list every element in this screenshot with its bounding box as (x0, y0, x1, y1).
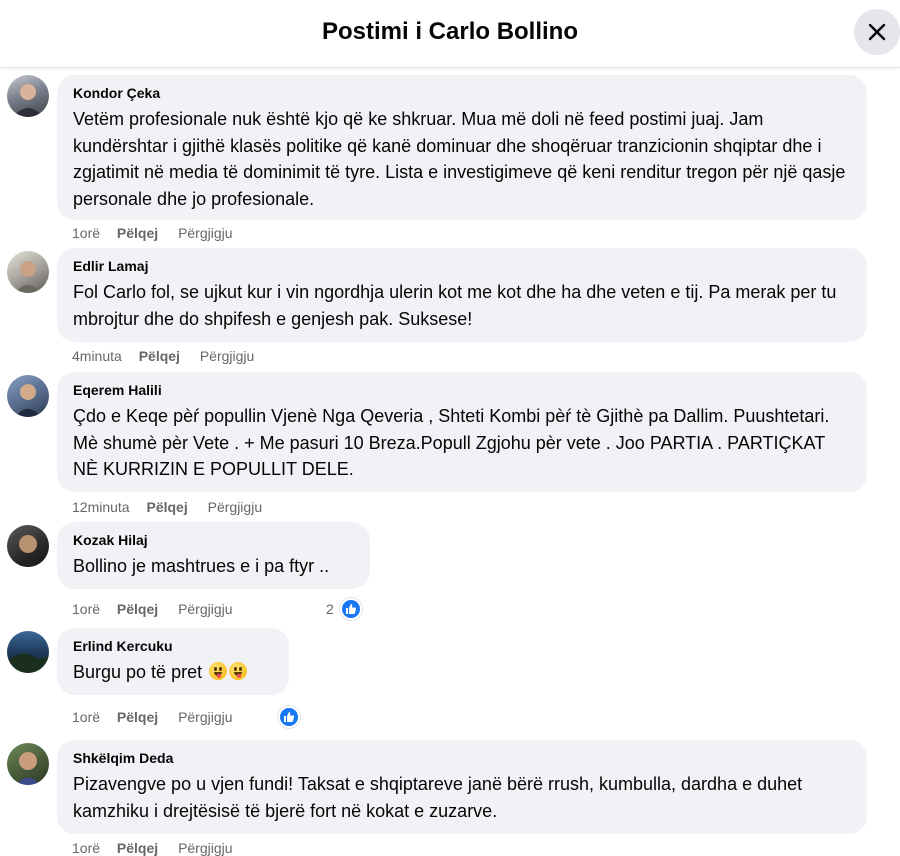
reaction-summary[interactable]: 2 (326, 596, 362, 621)
comment-actions: 1orë Pëlqej Përgjigju (72, 839, 233, 856)
like-button[interactable]: Pëlqej (117, 224, 158, 242)
comment-actions: 1orë Pëlqej Përgjigju (72, 224, 233, 242)
avatar[interactable] (7, 631, 49, 673)
comment-bubble: Edlir Lamaj Fol Carlo fol, se ujkut kur … (57, 248, 867, 342)
comment-bubble: Shkëlqim Deda Pizavengve po u vjen fundi… (57, 740, 867, 834)
like-button[interactable]: Pëlqej (146, 498, 187, 516)
close-button[interactable] (854, 9, 900, 55)
reaction-summary[interactable] (278, 704, 300, 729)
avatar[interactable] (7, 743, 49, 785)
like-button[interactable]: Pëlqej (117, 600, 158, 618)
comment-author[interactable]: Edlir Lamaj (73, 258, 851, 274)
like-button[interactable]: Pëlqej (117, 708, 158, 726)
comment-bubble: Eqerem Halili Çdo e Keqe pèŕ popullin Vj… (57, 372, 867, 492)
reply-button[interactable]: Përgjigju (178, 600, 232, 618)
comment-text: Burgu po të pret (73, 659, 273, 686)
thumbs-up-icon (278, 706, 300, 729)
comment-actions: 1orë Pëlqej Përgjigju (72, 708, 233, 726)
reaction-count: 2 (326, 601, 334, 618)
avatar[interactable] (7, 375, 49, 417)
reply-button[interactable]: Përgjigju (200, 347, 254, 365)
tongue-face-emoji-icon (229, 662, 248, 680)
like-button[interactable]: Pëlqej (139, 347, 180, 365)
comment-time[interactable]: 12minuta (72, 498, 130, 516)
reply-button[interactable]: Përgjigju (178, 224, 232, 242)
close-icon (868, 23, 886, 41)
avatar[interactable] (7, 75, 49, 117)
comment-bubble: Kozak Hilaj Bollino je mashtrues e i pa … (57, 522, 370, 589)
comment-author[interactable]: Erlind Kercuku (73, 638, 273, 654)
avatar[interactable] (7, 251, 49, 293)
thumbs-up-icon (339, 598, 362, 621)
comment-time[interactable]: 1orë (72, 708, 100, 726)
comment-author[interactable]: Kondor Çeka (73, 85, 851, 101)
comment-time[interactable]: 1orë (72, 224, 100, 242)
comment-bubble: Erlind Kercuku Burgu po të pret (57, 628, 289, 695)
comment-text: Bollino je mashtrues e i pa ftyr .. (73, 556, 330, 576)
comment-actions: 12minuta Pëlqej Përgjigju (72, 498, 262, 516)
reply-button[interactable]: Përgjigju (208, 498, 262, 516)
comment-time[interactable]: 1orë (72, 839, 100, 856)
comment-actions: 1orë Pëlqej Përgjigju (72, 600, 233, 618)
reply-button[interactable]: Përgjigju (178, 708, 232, 726)
comment-bubble: Kondor Çeka Vetëm profesionale nuk është… (57, 75, 867, 220)
tongue-face-emoji-icon (209, 662, 228, 680)
comment-text: Fol Carlo fol, se ujkut kur i vin ngordh… (73, 282, 837, 329)
comment-author[interactable]: Kozak Hilaj (73, 532, 354, 548)
comment-text: Vetëm profesionale nuk është kjo që ke s… (73, 109, 846, 209)
reply-button[interactable]: Përgjigju (178, 839, 232, 856)
avatar[interactable] (7, 525, 49, 567)
comment-text: Pizavengve po u vjen fundi! Taksat e shq… (73, 774, 803, 821)
comment-time[interactable]: 4minuta (72, 347, 122, 365)
comment-author[interactable]: Eqerem Halili (73, 382, 851, 398)
comment-text: Çdo e Keqe pèŕ popullin Vjenè Nga Qeveri… (73, 406, 830, 479)
like-button[interactable]: Pëlqej (117, 839, 158, 856)
page-title: Postimi i Carlo Bollino (321, 18, 579, 45)
comment-actions: 4minuta Pëlqej Përgjigju (72, 347, 254, 365)
comment-time[interactable]: 1orë (72, 600, 100, 618)
comment-author[interactable]: Shkëlqim Deda (73, 750, 851, 766)
post-header: Postimi i Carlo Bollino (0, 0, 900, 68)
comment-text-content: Burgu po të pret (73, 662, 203, 682)
